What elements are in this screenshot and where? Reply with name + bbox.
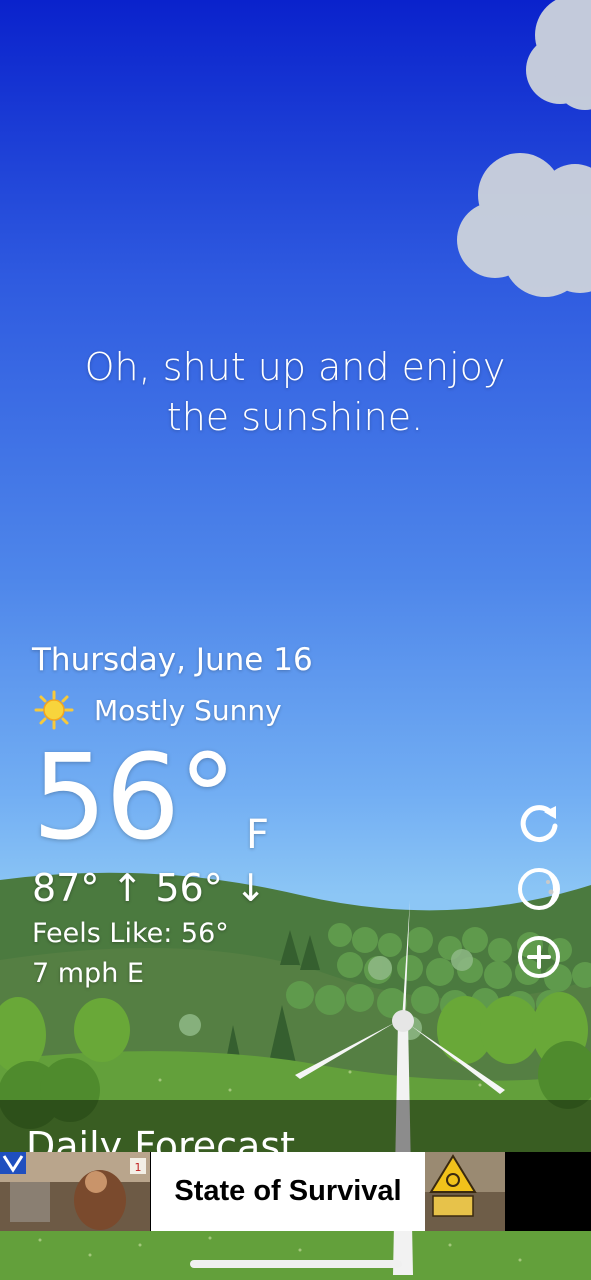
add-location-button[interactable] (516, 934, 562, 980)
current-temperature: 56° (32, 728, 237, 866)
scenery (0, 0, 591, 1280)
refresh-icon (520, 805, 558, 843)
wind-speed: 7 mph E (32, 958, 144, 989)
condition-text: Mostly Sunny (94, 693, 282, 727)
cloud-top (526, 0, 591, 110)
home-indicator[interactable] (190, 1260, 402, 1268)
daily-forecast-section[interactable]: Daily Forecast (0, 1100, 591, 1152)
ad-game-image: 1 (0, 1152, 150, 1231)
refresh-button[interactable] (516, 800, 562, 846)
ad-banner[interactable]: 1 State of Survival (0, 1152, 591, 1231)
quote-line-2: the sunshine. (166, 395, 424, 439)
feels-like: Feels Like: 56° (32, 918, 229, 949)
current-date: Thursday, June 16 (32, 642, 313, 678)
weather-quote: Oh, shut up and enjoy the sunshine. (60, 342, 530, 442)
sun-icon (34, 690, 74, 730)
daily-forecast-title: Daily Forecast (26, 1124, 296, 1152)
svg-text:1: 1 (135, 1161, 142, 1174)
cloud-middle (457, 153, 591, 297)
add-location-icon (518, 936, 560, 978)
temperature-unit[interactable]: F (246, 812, 269, 858)
quote-line-1: Oh, shut up and enjoy (84, 345, 506, 389)
moon-phase-button[interactable] (516, 866, 562, 912)
condition-row: Mostly Sunny (32, 690, 282, 730)
ad-title[interactable]: State of Survival (174, 1175, 401, 1208)
high-low-temperature: 87° ↑ 56° ↓ (32, 866, 267, 910)
ad-title-box[interactable]: State of Survival (151, 1152, 425, 1231)
moon-icon (518, 868, 560, 910)
ad-logo-image (425, 1152, 505, 1231)
